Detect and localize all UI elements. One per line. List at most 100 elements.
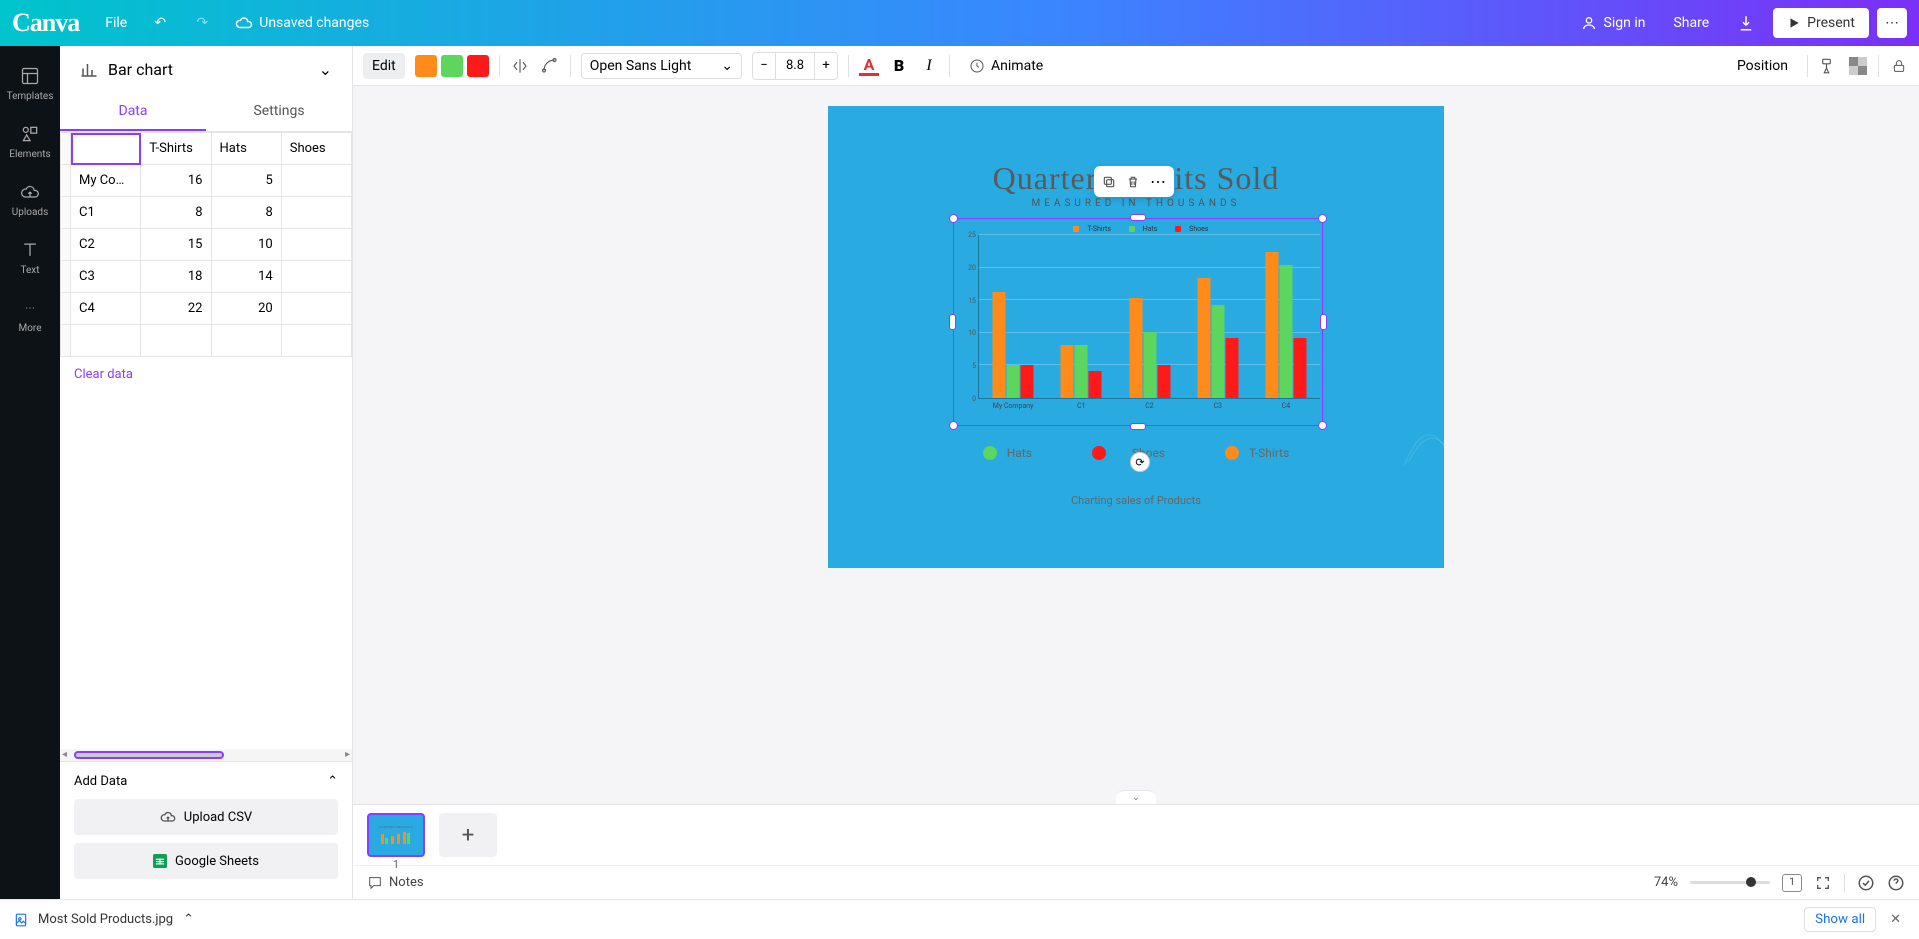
sign-in-button[interactable]: Sign in bbox=[1570, 8, 1656, 38]
position-button[interactable]: Position bbox=[1728, 53, 1797, 79]
resize-handle[interactable] bbox=[949, 314, 956, 330]
data-cell[interactable]: C1 bbox=[71, 197, 141, 229]
rail-templates[interactable]: Templates bbox=[0, 56, 60, 110]
data-cell[interactable]: 5 bbox=[211, 165, 281, 197]
share-button[interactable]: Share bbox=[1663, 9, 1719, 37]
present-button[interactable]: Present bbox=[1773, 8, 1869, 38]
slide-caption[interactable]: Charting sales of Products bbox=[828, 494, 1444, 507]
clear-data-button[interactable]: Clear data bbox=[60, 357, 352, 392]
data-cell[interactable] bbox=[281, 325, 351, 357]
upload-csv-button[interactable]: Upload CSV bbox=[74, 799, 338, 835]
header-cell[interactable]: T-Shirts bbox=[141, 133, 211, 165]
save-status[interactable]: Unsaved changes bbox=[225, 8, 379, 38]
canvas-scroll[interactable]: Quarterly Units Sold MEASURED IN THOUSAN… bbox=[353, 86, 1919, 804]
data-cell[interactable] bbox=[211, 325, 281, 357]
add-data-header[interactable]: Add Data ⌃ bbox=[74, 774, 338, 789]
data-cell[interactable]: 16 bbox=[141, 165, 211, 197]
show-all-button[interactable]: Show all bbox=[1804, 907, 1876, 932]
data-cell[interactable] bbox=[141, 325, 211, 357]
rail-uploads[interactable]: Uploads bbox=[0, 172, 60, 226]
font-selector[interactable]: Open Sans Light ⌄ bbox=[581, 53, 742, 79]
header-cell[interactable]: Shoes bbox=[281, 133, 351, 165]
close-icon[interactable]: ✕ bbox=[1886, 908, 1905, 931]
redo-button[interactable]: ↷ bbox=[183, 8, 221, 38]
add-page-button[interactable]: + bbox=[439, 813, 497, 857]
notes-icon[interactable]: Notes bbox=[367, 875, 424, 891]
data-cell[interactable] bbox=[281, 197, 351, 229]
download-button[interactable] bbox=[1727, 7, 1765, 39]
data-cell[interactable]: 18 bbox=[141, 261, 211, 293]
refresh-icon[interactable]: ⟳ bbox=[1130, 452, 1150, 472]
data-cell[interactable]: 14 bbox=[211, 261, 281, 293]
copy-style-icon[interactable] bbox=[1818, 56, 1838, 76]
tab-data[interactable]: Data bbox=[60, 93, 206, 131]
edit-button[interactable]: Edit bbox=[363, 53, 405, 79]
chart-element[interactable]: T-Shirts Hats Shoes 0510152025 My Compan… bbox=[953, 218, 1323, 426]
color-swatch-hats[interactable] bbox=[441, 55, 463, 77]
data-cell[interactable]: 15 bbox=[141, 229, 211, 261]
data-cell[interactable] bbox=[281, 229, 351, 261]
italic-icon[interactable]: I bbox=[919, 56, 939, 76]
duplicate-icon[interactable] bbox=[1102, 175, 1116, 189]
slide[interactable]: Quarterly Units Sold MEASURED IN THOUSAN… bbox=[828, 106, 1444, 568]
data-cell[interactable] bbox=[71, 325, 141, 357]
resize-handle[interactable] bbox=[1320, 314, 1327, 330]
table-h-scrollbar[interactable]: ◂▸ bbox=[60, 749, 352, 761]
fullscreen-icon[interactable] bbox=[1814, 874, 1832, 892]
undo-button[interactable]: ↶ bbox=[141, 8, 179, 38]
google-sheets-button[interactable]: Google Sheets bbox=[74, 843, 338, 879]
data-cell[interactable]: 20 bbox=[211, 293, 281, 325]
resize-handle[interactable] bbox=[1130, 423, 1146, 430]
data-cell[interactable]: C2 bbox=[71, 229, 141, 261]
page-count-icon[interactable]: 1 bbox=[1782, 874, 1802, 892]
resize-handle[interactable] bbox=[1130, 214, 1146, 221]
resize-handle[interactable] bbox=[1318, 421, 1327, 430]
page-thumbnail[interactable]: QUARTERLY UNITS SOLD 1 bbox=[367, 813, 425, 857]
flip-h-icon[interactable] bbox=[510, 56, 530, 76]
rail-elements[interactable]: Elements bbox=[0, 114, 60, 168]
data-cell[interactable]: 8 bbox=[141, 197, 211, 229]
data-cell[interactable]: 22 bbox=[141, 293, 211, 325]
data-cell[interactable]: 8 bbox=[211, 197, 281, 229]
data-cell[interactable]: My Compa bbox=[71, 165, 141, 197]
table-row: C1 8 8 bbox=[61, 197, 352, 229]
download-filename[interactable]: Most Sold Products.jpg bbox=[38, 912, 173, 927]
more-menu-button[interactable]: ⋯ bbox=[1877, 8, 1907, 38]
data-cell[interactable]: C3 bbox=[71, 261, 141, 293]
slide-subtitle[interactable]: MEASURED IN THOUSANDS bbox=[828, 198, 1444, 209]
resize-handle[interactable] bbox=[1318, 214, 1327, 223]
data-cell[interactable] bbox=[281, 261, 351, 293]
chart-type-selector[interactable]: Bar chart ⌄ bbox=[60, 46, 352, 93]
lock-icon[interactable] bbox=[1889, 56, 1909, 76]
font-size-input[interactable] bbox=[775, 53, 815, 79]
header-cell[interactable]: Hats bbox=[211, 133, 281, 165]
text-color-icon[interactable]: A bbox=[859, 56, 879, 76]
header-cell[interactable] bbox=[71, 133, 141, 165]
data-cell[interactable] bbox=[281, 293, 351, 325]
animate-button[interactable]: Animate bbox=[960, 53, 1052, 79]
transparency-icon[interactable] bbox=[1848, 56, 1868, 76]
curve-icon[interactable] bbox=[540, 56, 560, 76]
data-cell[interactable]: C4 bbox=[71, 293, 141, 325]
help-icon[interactable] bbox=[1887, 874, 1905, 892]
chevron-up-icon[interactable]: ⌃ bbox=[183, 912, 194, 927]
tab-settings[interactable]: Settings bbox=[206, 93, 352, 131]
font-size-decrease[interactable]: − bbox=[753, 53, 775, 79]
color-swatch-shoes[interactable] bbox=[467, 55, 489, 77]
resize-handle[interactable] bbox=[949, 214, 958, 223]
file-menu[interactable]: File bbox=[95, 9, 137, 37]
rail-text[interactable]: Text bbox=[0, 230, 60, 284]
color-swatch-tshirts[interactable] bbox=[415, 55, 437, 77]
delete-icon[interactable] bbox=[1126, 175, 1140, 189]
zoom-percent[interactable]: 74% bbox=[1654, 875, 1678, 890]
data-cell[interactable] bbox=[281, 165, 351, 197]
resize-handle[interactable] bbox=[949, 421, 958, 430]
font-size-increase[interactable]: + bbox=[815, 53, 837, 79]
collapse-pages-handle[interactable]: ⌄ bbox=[1116, 790, 1156, 804]
zoom-slider[interactable] bbox=[1690, 881, 1770, 884]
more-icon[interactable]: ⋯ bbox=[1150, 172, 1166, 191]
rail-more[interactable]: ⋯ More bbox=[0, 288, 60, 342]
data-cell[interactable]: 10 bbox=[211, 229, 281, 261]
bold-icon[interactable]: B bbox=[889, 56, 909, 76]
help-check-icon[interactable] bbox=[1857, 874, 1875, 892]
